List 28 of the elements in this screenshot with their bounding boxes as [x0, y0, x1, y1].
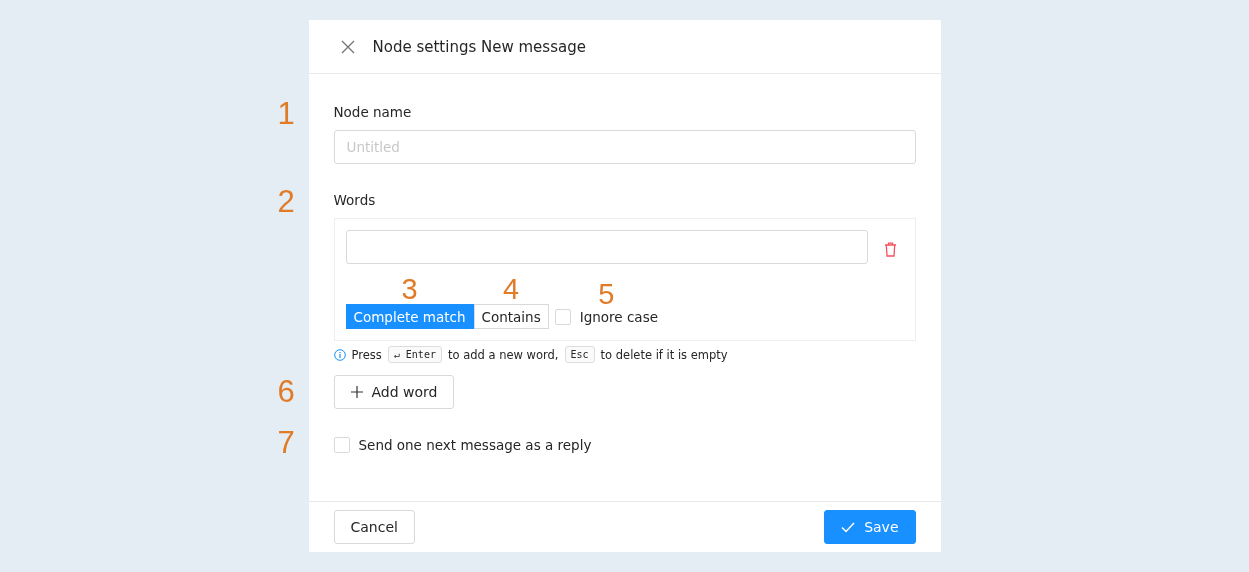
annotation-number: 3	[401, 275, 418, 304]
checkbox-label: Ignore case	[579, 308, 658, 325]
hint-text: to add a new word,	[447, 347, 559, 362]
key-label: ↵ Enter	[387, 346, 442, 363]
annotation-number: 2	[277, 186, 295, 217]
key-label: Esc	[564, 346, 595, 363]
hint-text: Press	[351, 347, 382, 362]
close-icon[interactable]	[340, 39, 355, 54]
dialog-title: Node settings New message	[372, 37, 586, 56]
annotation-number: 4	[503, 275, 520, 304]
checkbox-label: Send one next message as a reply	[358, 437, 592, 453]
hint-text: to delete if it is empty	[600, 347, 728, 362]
annotation-number: 5	[598, 279, 615, 309]
add-word-button[interactable]: Add word	[333, 375, 455, 409]
match-mode-tab[interactable]: Contains	[473, 304, 549, 329]
field-label: Words	[333, 192, 376, 208]
annotation-number: 6	[277, 376, 295, 407]
checkbox[interactable]	[554, 308, 571, 325]
check-icon	[841, 521, 856, 533]
annotation-number: 7	[277, 427, 295, 458]
word-field[interactable]	[345, 230, 868, 264]
annotation-number: 1	[277, 98, 295, 129]
checkbox[interactable]	[333, 437, 350, 453]
delete-icon[interactable]	[883, 241, 897, 257]
info-icon	[333, 348, 346, 361]
plus-icon	[350, 386, 363, 398]
cancel-button[interactable]: Cancel	[333, 510, 415, 544]
field-label: Node name	[333, 104, 412, 120]
